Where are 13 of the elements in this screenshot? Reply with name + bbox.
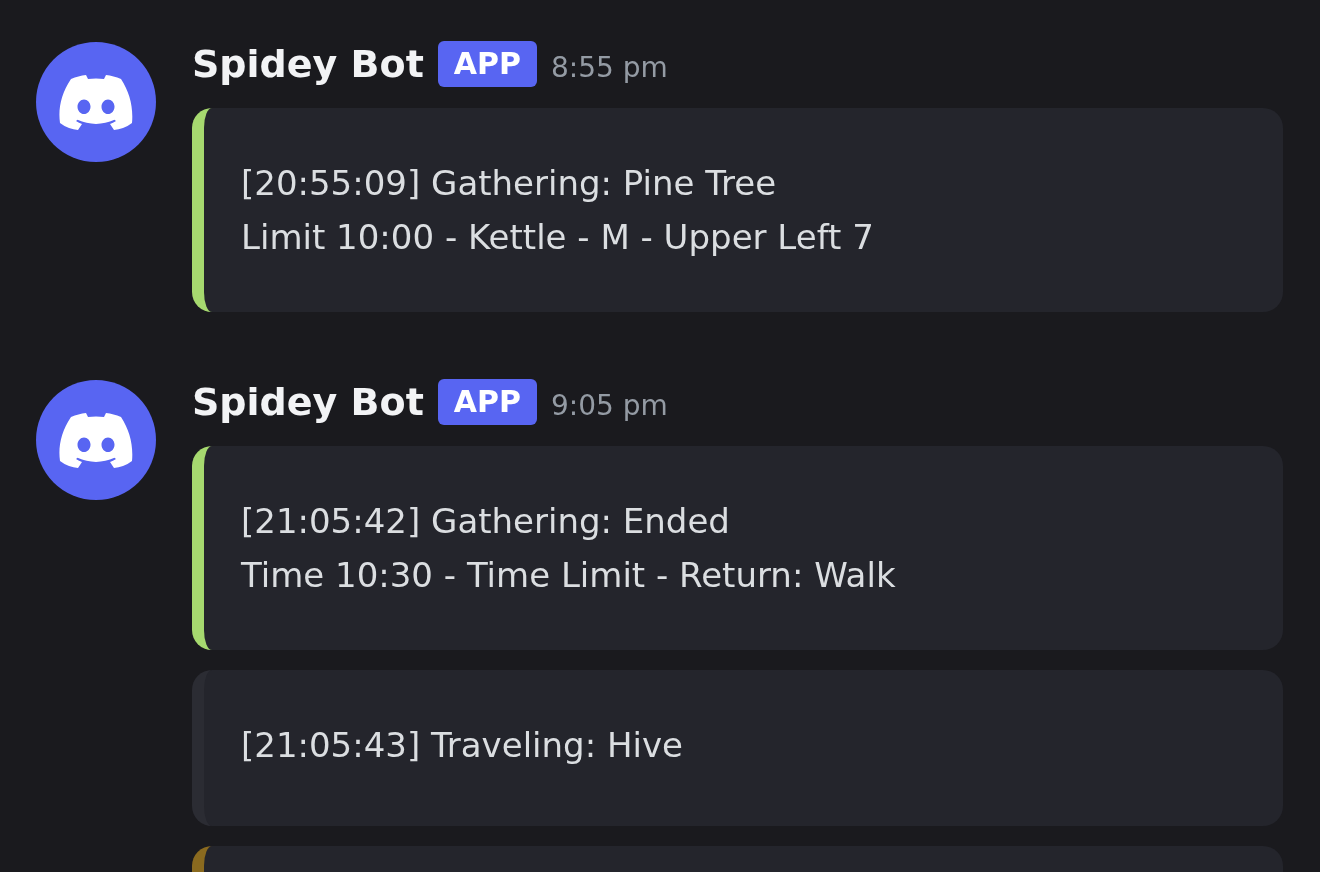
message-time: 9:05 pm	[551, 388, 668, 422]
bot-face-icon	[59, 412, 133, 468]
message-time: 8:55 pm	[551, 50, 668, 84]
author-name[interactable]: Spidey Bot	[192, 380, 424, 424]
embed-text: Time 10:30 - Time Limit - Return: Walk	[241, 554, 897, 597]
app-badge: APP	[437, 41, 537, 87]
embed-text: Limit 10:00 - Kettle - M - Upper Left 7	[241, 216, 875, 259]
app-badge: APP	[437, 379, 537, 425]
author-name[interactable]: Spidey Bot	[192, 42, 424, 86]
embed-text: [20:55:09] Gathering: Pine Tree	[241, 162, 778, 205]
bot-face-icon	[59, 74, 133, 130]
embed-text: [21:05:43] Traveling: Hive	[241, 724, 684, 767]
embed-text: [21:05:42] Gathering: Ended	[241, 500, 731, 543]
